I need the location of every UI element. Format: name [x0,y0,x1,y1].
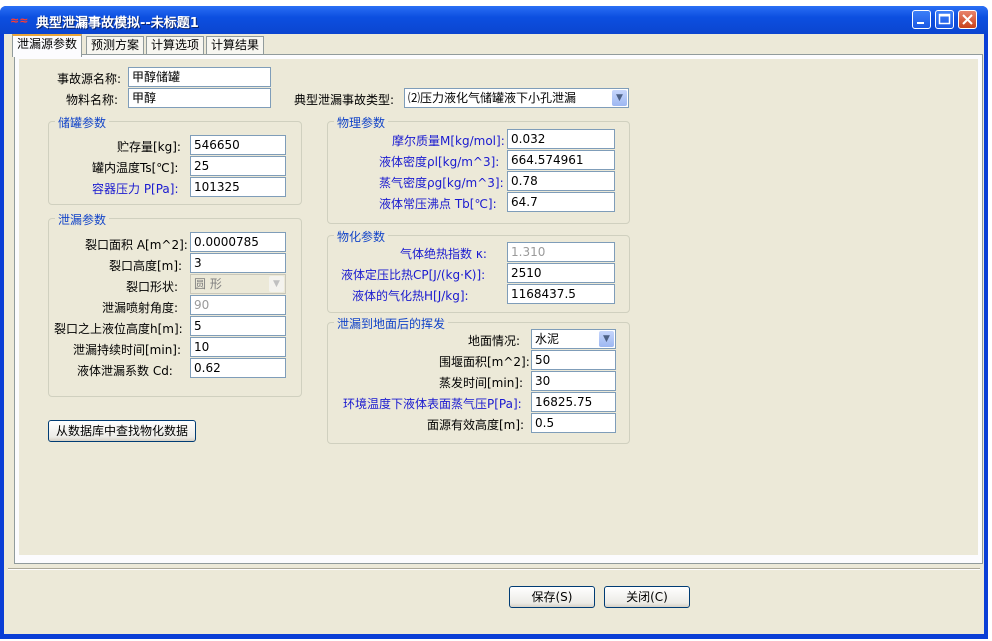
specific-heat-input[interactable]: 2510 [507,263,615,283]
vessel-pressure-input[interactable]: 101325 [190,177,286,197]
adiabatic-index-input: 1.310 [507,242,615,262]
material-label: 物料名称: [66,93,119,107]
discharge-coef-input[interactable]: 0.62 [190,358,286,378]
liquid-density-label: 液体密度ρl[kg/m^3]: [379,155,500,169]
jet-angle-input: 90 [190,295,286,315]
liquid-height-label: 裂口之上液位高度h[m]: [54,322,183,336]
orifice-shape-label: 裂口形状: [126,280,179,294]
tank-params-title: 储罐参数 [55,114,110,131]
material-input[interactable]: 甲醇 [128,88,271,108]
ground-type-label: 地面情况: [468,334,521,348]
lookup-db-button[interactable]: 从数据库中查找物化数据 [48,420,196,442]
liquid-height-input[interactable]: 5 [190,316,286,336]
maximize-icon [938,13,951,25]
orifice-shape-select: 圆 形 ▼ [190,274,286,294]
chevron-down-icon[interactable]: ▼ [612,90,627,106]
tab-calc-options[interactable]: 计算选项 [146,36,205,54]
leak-duration-label: 泄漏持续时间[min]: [73,343,182,357]
tab-forecast[interactable]: 预测方案 [86,36,145,54]
storage-amount-input[interactable]: 546650 [190,135,286,155]
vapor-density-label: 蒸气密度ρg[kg/m^3]: [379,176,504,190]
tab-panel: 事故源名称: 甲醇储罐 物料名称: 甲醇 典型泄漏事故类型: ⑵压力液化气储罐液… [14,54,983,564]
tab-source-params[interactable]: 泄漏源参数 [12,34,83,57]
footer-separator [8,568,980,570]
form-area: 事故源名称: 甲醇储罐 物料名称: 甲醇 典型泄漏事故类型: ⑵压力液化气储罐液… [19,59,978,555]
physchem-params-title: 物化参数 [334,228,389,245]
close-window-button[interactable] [958,10,977,29]
accident-type-label: 典型泄漏事故类型: [294,93,395,107]
accident-type-value: ⑵压力液化气储罐液下小孔泄漏 [408,91,577,105]
orifice-area-label: 裂口面积 A[m^2]: [85,238,188,252]
window-title: 典型泄漏事故模拟--未标题1 [36,16,199,31]
adiabatic-index-label: 气体绝热指数 κ: [400,247,487,261]
dike-area-label: 围堰面积[m^2]: [439,355,530,369]
vapor-pressure-label: 环境温度下液体表面蒸气压P[Pa]: [343,397,522,411]
app-icon: ≈≈ [10,14,29,27]
leak-params-title: 泄漏参数 [55,211,110,228]
molar-mass-input[interactable]: 0.032 [507,129,615,149]
vapor-density-input[interactable]: 0.78 [507,171,615,191]
tank-temp-input[interactable]: 25 [190,156,286,176]
tab-calc-results[interactable]: 计算结果 [206,36,265,54]
chevron-down-icon[interactable]: ▼ [599,331,614,347]
leak-duration-input[interactable]: 10 [190,337,286,357]
boiling-point-input[interactable]: 64.7 [507,192,615,212]
orifice-shape-value: 圆 形 [194,277,222,291]
orifice-area-input[interactable]: 0.0000785 [190,232,286,252]
title-bar[interactable]: ≈≈ 典型泄漏事故模拟--未标题1 [0,6,988,34]
orifice-height-label: 裂口高度[m]: [109,259,183,273]
vessel-pressure-label: 容器压力 P[Pa]: [92,182,179,196]
source-name-label: 事故源名称: [57,72,122,86]
orifice-height-input[interactable]: 3 [190,253,286,273]
vaporization-heat-label: 液体的气化热H[J/kg]: [352,289,469,303]
client-area: 泄漏源参数 预测方案 计算选项 计算结果 事故源名称: 甲醇储罐 物料名称: 甲… [4,34,984,634]
close-icon [962,14,973,25]
tank-temp-label: 罐内温度Ts[℃]: [92,161,179,175]
ground-type-value: 水泥 [535,332,560,346]
evap-time-input[interactable]: 30 [531,371,616,391]
source-height-input[interactable]: 0.5 [531,413,616,433]
app-window: ≈≈ 典型泄漏事故模拟--未标题1 泄漏源参数 预测方案 计算选项 计算结果 事… [0,6,988,639]
evaporation-title: 泄漏到地面后的挥发 [334,315,449,332]
chevron-down-icon: ▼ [269,276,284,292]
minimize-icon [917,22,924,24]
boiling-point-label: 液体常压沸点 Tb[℃]: [379,197,497,211]
ground-type-select[interactable]: 水泥 ▼ [531,329,616,349]
vaporization-heat-input[interactable]: 1168437.5 [507,284,615,304]
liquid-density-input[interactable]: 664.574961 [507,150,615,170]
source-height-label: 面源有效高度[m]: [427,418,525,432]
maximize-button[interactable] [935,10,954,29]
storage-amount-label: 贮存量[kg]: [117,140,181,154]
discharge-coef-label: 液体泄漏系数 Cd: [77,364,173,378]
vapor-pressure-input[interactable]: 16825.75 [531,392,616,412]
minimize-button[interactable] [912,10,931,29]
save-button[interactable]: 保存(S) [509,586,595,608]
molar-mass-label: 摩尔质量M[kg/mol]: [392,134,505,148]
dike-area-input[interactable]: 50 [531,350,616,370]
physical-params-title: 物理参数 [334,114,389,131]
evap-time-label: 蒸发时间[min]: [439,376,524,390]
source-name-input[interactable]: 甲醇储罐 [128,67,271,87]
close-button[interactable]: 关闭(C) [604,586,690,608]
specific-heat-label: 液体定压比热CP[J/(kg·K)]: [341,268,486,282]
jet-angle-label: 泄漏喷射角度: [102,301,179,315]
accident-type-select[interactable]: ⑵压力液化气储罐液下小孔泄漏 ▼ [404,88,629,108]
